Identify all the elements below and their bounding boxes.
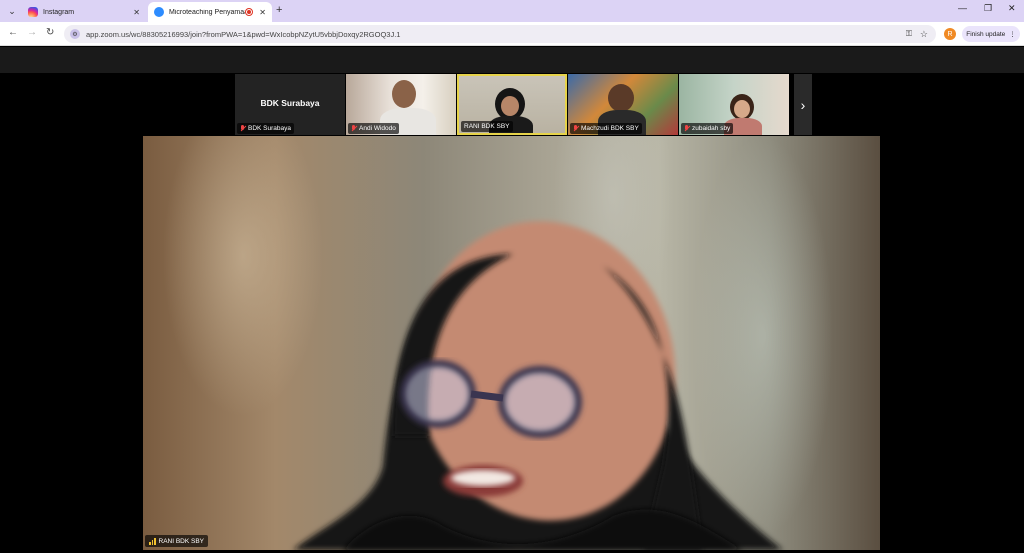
restore-icon[interactable]: ❐ xyxy=(984,3,992,14)
tab-search-chevron-icon[interactable]: ⌄ xyxy=(4,3,20,19)
mic-muted-icon xyxy=(240,125,246,132)
finish-update-button[interactable]: Finish update ⋮ xyxy=(962,26,1020,42)
back-arrow-icon[interactable]: ← xyxy=(8,27,18,38)
participant-label: BDK Surabaya xyxy=(237,123,294,134)
password-key-icon[interactable]: ⚿ xyxy=(906,29,912,39)
audio-level-icon xyxy=(149,537,156,545)
mic-muted-icon xyxy=(573,125,579,132)
forward-arrow-icon[interactable]: → xyxy=(27,27,37,38)
zoom-top-bar xyxy=(0,47,1024,73)
zoom-meeting-area: BDK Surabaya BDK Surabaya Andi Widodo RA… xyxy=(0,47,1024,553)
speaker-video-frame xyxy=(293,221,783,550)
reload-icon[interactable]: ↻ xyxy=(46,27,54,38)
participant-display-name: BDK Surabaya xyxy=(260,98,320,108)
close-tab-icon[interactable]: ✕ xyxy=(259,8,266,17)
mic-muted-icon xyxy=(684,125,690,132)
participant-tile[interactable]: BDK Surabaya BDK Surabaya xyxy=(235,74,345,135)
participant-tile[interactable]: Andi Widodo xyxy=(346,74,456,135)
gallery-next-button[interactable]: › xyxy=(794,74,812,135)
participant-name: RANI BDK SBY xyxy=(464,123,510,130)
participant-label: RANI BDK SBY xyxy=(461,121,513,132)
participant-name: zubaidah sby xyxy=(692,125,731,132)
profile-avatar[interactable]: R xyxy=(944,28,956,40)
participant-name: Machzudi BDK SBY xyxy=(581,125,639,132)
recording-icon xyxy=(245,8,254,16)
close-window-icon[interactable]: ✕ xyxy=(1008,3,1016,14)
mic-muted-icon xyxy=(351,125,357,132)
active-speaker-name: RANI BDK SBY xyxy=(158,537,205,545)
close-tab-icon[interactable]: ✕ xyxy=(133,8,140,17)
participant-name: Andi Widodo xyxy=(359,125,396,132)
bookmark-star-icon[interactable]: ☆ xyxy=(920,29,928,40)
participant-tile[interactable]: Machzudi BDK SBY xyxy=(568,74,678,135)
url-text[interactable]: app.zoom.us/wc/88305216993/join?fromPWA=… xyxy=(86,30,906,39)
zoom-icon xyxy=(154,7,164,17)
site-info-icon[interactable]: ⚙ xyxy=(70,29,80,39)
active-speaker-video[interactable]: RANI BDK SBY xyxy=(143,136,880,550)
participant-gallery-strip: BDK Surabaya BDK Surabaya Andi Widodo RA… xyxy=(235,74,812,135)
active-speaker-label: RANI BDK SBY xyxy=(145,535,209,547)
finish-update-label: Finish update xyxy=(966,30,1006,38)
address-bar[interactable]: ⚙ app.zoom.us/wc/88305216993/join?fromPW… xyxy=(64,25,936,43)
participant-label: zubaidah sby xyxy=(681,123,734,134)
tab-instagram[interactable]: Instagram ✕ xyxy=(22,2,146,22)
tab-microteaching[interactable]: Microteaching Penyamaan ✕ xyxy=(148,2,272,22)
participant-name: BDK Surabaya xyxy=(248,125,291,132)
browser-tab-strip: ⌄ Instagram ✕ Microteaching Penyamaan ✕ … xyxy=(0,0,1024,22)
tab-title: Instagram xyxy=(43,8,75,16)
instagram-icon xyxy=(28,7,38,17)
participant-tile[interactable]: zubaidah sby xyxy=(679,74,789,135)
chevron-right-icon: › xyxy=(800,96,806,113)
browser-toolbar: ← → ↻ ⚙ app.zoom.us/wc/88305216993/join?… xyxy=(0,22,1024,46)
new-tab-button[interactable]: + xyxy=(276,4,282,16)
participant-label: Andi Widodo xyxy=(348,123,399,134)
participant-tile-active-speaker[interactable]: RANI BDK SBY xyxy=(457,74,567,135)
tab-title: Microteaching Penyamaan xyxy=(169,8,246,16)
participant-label: Machzudi BDK SBY xyxy=(570,123,642,134)
more-vert-icon: ⋮ xyxy=(1009,31,1016,38)
minimize-icon[interactable]: — xyxy=(958,3,967,13)
